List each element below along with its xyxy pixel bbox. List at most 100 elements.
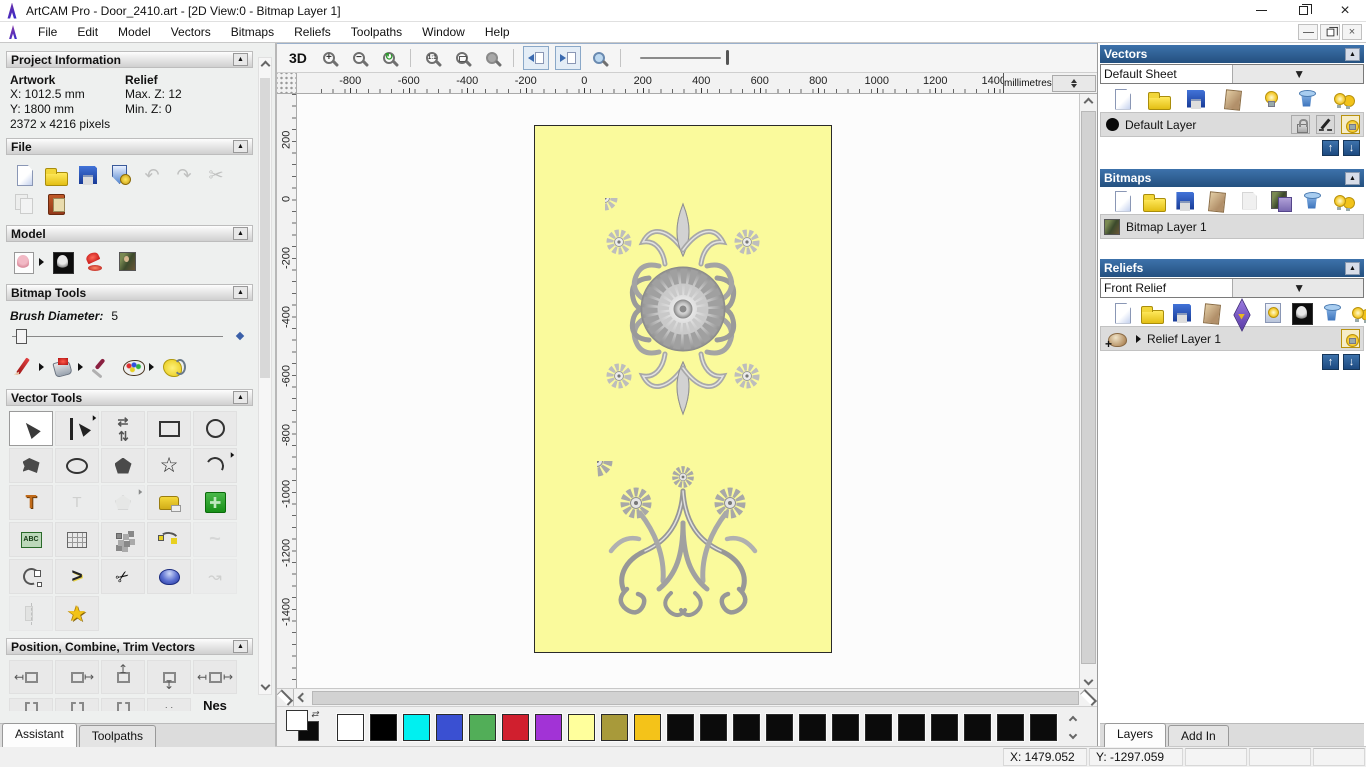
save-model-button[interactable] <box>75 163 101 187</box>
redo-button[interactable]: ↷ <box>171 163 197 187</box>
create-text-tool[interactable]: T <box>9 485 53 520</box>
fit-arcs-tool[interactable] <box>9 559 53 594</box>
create-polygon-tool[interactable] <box>101 448 145 483</box>
palette-swatch[interactable] <box>832 713 859 741</box>
move-relief-up-button[interactable]: ↑ <box>1322 354 1339 370</box>
layer-visibility-button[interactable] <box>1341 115 1360 134</box>
toggle-all-layers-button[interactable] <box>1331 87 1355 111</box>
toggle-3d-view-button[interactable]: 3D <box>285 49 311 67</box>
transform-vectors-tool[interactable] <box>101 411 145 446</box>
align-bottom-button[interactable] <box>147 660 191 694</box>
palette-swatch[interactable] <box>799 713 826 741</box>
collapse-button[interactable]: ▲ <box>1345 261 1360 275</box>
relief-layer-name[interactable]: Relief Layer 1 <box>1147 332 1335 346</box>
vector-layer-row[interactable]: Default Layer <box>1100 112 1364 137</box>
create-star-tool[interactable]: ☆ <box>147 448 191 483</box>
swap-colours-icon[interactable]: ⇄ <box>311 709 319 720</box>
centre-in-page-button[interactable] <box>9 698 53 711</box>
palette-swatch[interactable] <box>667 713 694 741</box>
bitmap-to-layer-button[interactable] <box>1268 189 1292 213</box>
copy-button[interactable] <box>11 191 37 215</box>
brush-diameter-slider[interactable] <box>8 327 251 347</box>
cut-button[interactable]: ✂ <box>203 163 229 187</box>
drawing-canvas[interactable] <box>297 94 1079 688</box>
palette-swatch[interactable] <box>1030 713 1057 741</box>
extend-curve-tool[interactable]: ↝ <box>193 559 237 594</box>
slider-handle[interactable] <box>16 329 27 344</box>
create-rectangle-tool[interactable] <box>147 411 191 446</box>
select-vectors-tool[interactable] <box>9 411 53 446</box>
tab-add-in[interactable]: Add In <box>1168 725 1229 747</box>
palette-swatch[interactable] <box>502 713 529 741</box>
palette-swatch[interactable] <box>964 713 991 741</box>
vector-doctor-tool[interactable]: ★ <box>55 596 99 631</box>
palette-scroll-up-button[interactable] <box>1065 713 1081 726</box>
new-relief-layer-button[interactable] <box>1109 301 1133 325</box>
paint-brush-button[interactable] <box>11 355 44 379</box>
open-model-button[interactable] <box>43 163 69 187</box>
centre-only-button[interactable] <box>101 698 145 711</box>
palette-swatch[interactable] <box>634 713 661 741</box>
horizontal-scrollbar[interactable] <box>276 688 1097 706</box>
create-polyline-tool[interactable] <box>9 448 53 483</box>
expand-icon[interactable] <box>1136 334 1141 343</box>
relief-visibility-button[interactable] <box>1341 329 1360 348</box>
pane-toggle-button[interactable] <box>276 689 294 706</box>
menu-edit[interactable]: Edit <box>67 23 108 41</box>
palette-swatch[interactable] <box>370 713 397 741</box>
new-model-button[interactable] <box>11 163 37 187</box>
primary-secondary-colour[interactable]: ⇄ <box>285 709 331 745</box>
menu-bitmaps[interactable]: Bitmaps <box>221 23 284 41</box>
contrast-slider[interactable] <box>639 48 735 68</box>
spin-vectors-tool[interactable] <box>147 559 191 594</box>
freehand-tool[interactable]: ~ <box>193 522 237 557</box>
collapse-button[interactable]: ▲ <box>233 640 248 653</box>
colour-palette-button[interactable] <box>121 355 154 379</box>
greyscale-relief-button[interactable] <box>1289 301 1313 325</box>
merge-relief-layers-button[interactable] <box>1199 301 1223 325</box>
scroll-left-button[interactable] <box>294 689 311 706</box>
vector-boundary-tool[interactable] <box>101 485 145 520</box>
align-left-button[interactable] <box>9 660 53 694</box>
menu-help[interactable]: Help <box>475 23 520 41</box>
next-bitmap-layer-button[interactable] <box>554 46 581 70</box>
invert-relief-button[interactable] <box>50 250 76 274</box>
paste-text-tool[interactable]: ABC <box>9 522 53 557</box>
wrap-text-tool[interactable]: T <box>55 485 99 520</box>
merge-vector-layers-button[interactable] <box>1220 87 1244 111</box>
units-dropdown-icon[interactable] <box>1051 74 1096 92</box>
relief-select[interactable]: Front Relief ▼ <box>1100 278 1364 298</box>
palette-swatch[interactable] <box>700 713 727 741</box>
save-vector-layers-button[interactable] <box>1183 87 1207 111</box>
primary-colour-swatch[interactable] <box>286 710 308 731</box>
vertical-scrollbar[interactable] <box>1079 94 1097 688</box>
set-model-size-button[interactable] <box>11 250 44 274</box>
bitmap-layer-row[interactable]: Bitmap Layer 1 <box>1100 214 1364 239</box>
palette-swatch[interactable] <box>865 713 892 741</box>
palette-swatch[interactable] <box>337 713 364 741</box>
menu-window[interactable]: Window <box>412 23 475 41</box>
collapse-button[interactable]: ▲ <box>233 286 248 299</box>
relief-layer-row[interactable]: Relief Layer 1 <box>1100 326 1364 351</box>
palette-swatch[interactable] <box>766 713 793 741</box>
minimize-button[interactable] <box>1240 0 1282 21</box>
collapse-button[interactable]: ▲ <box>1345 47 1360 61</box>
delete-vector-layer-button[interactable] <box>1294 87 1318 111</box>
block-paste-tool[interactable] <box>101 522 145 557</box>
flood-fill-button[interactable] <box>50 355 83 379</box>
centre-in-page2-button[interactable] <box>55 698 99 711</box>
menu-model[interactable]: Model <box>108 23 161 41</box>
create-circle-tool[interactable] <box>193 411 237 446</box>
menu-toolpaths[interactable]: Toolpaths <box>341 23 412 41</box>
palette-scroll-down-button[interactable] <box>1065 728 1081 741</box>
collapse-button[interactable]: ▲ <box>233 391 248 404</box>
mdi-restore-button[interactable] <box>1320 24 1340 40</box>
assistant-scrollbar[interactable] <box>258 57 272 695</box>
dropdown-icon[interactable]: ▼ <box>1231 65 1363 83</box>
toggle-all-bitmap-layers-button[interactable] <box>1331 189 1355 213</box>
toggle-layer-visibility-button[interactable] <box>1257 87 1281 111</box>
palette-swatch[interactable] <box>535 713 562 741</box>
delete-bitmap-layer-button[interactable] <box>1299 189 1323 213</box>
transfer-relief-button[interactable] <box>1229 301 1253 325</box>
mdi-minimize-button[interactable] <box>1298 24 1318 40</box>
